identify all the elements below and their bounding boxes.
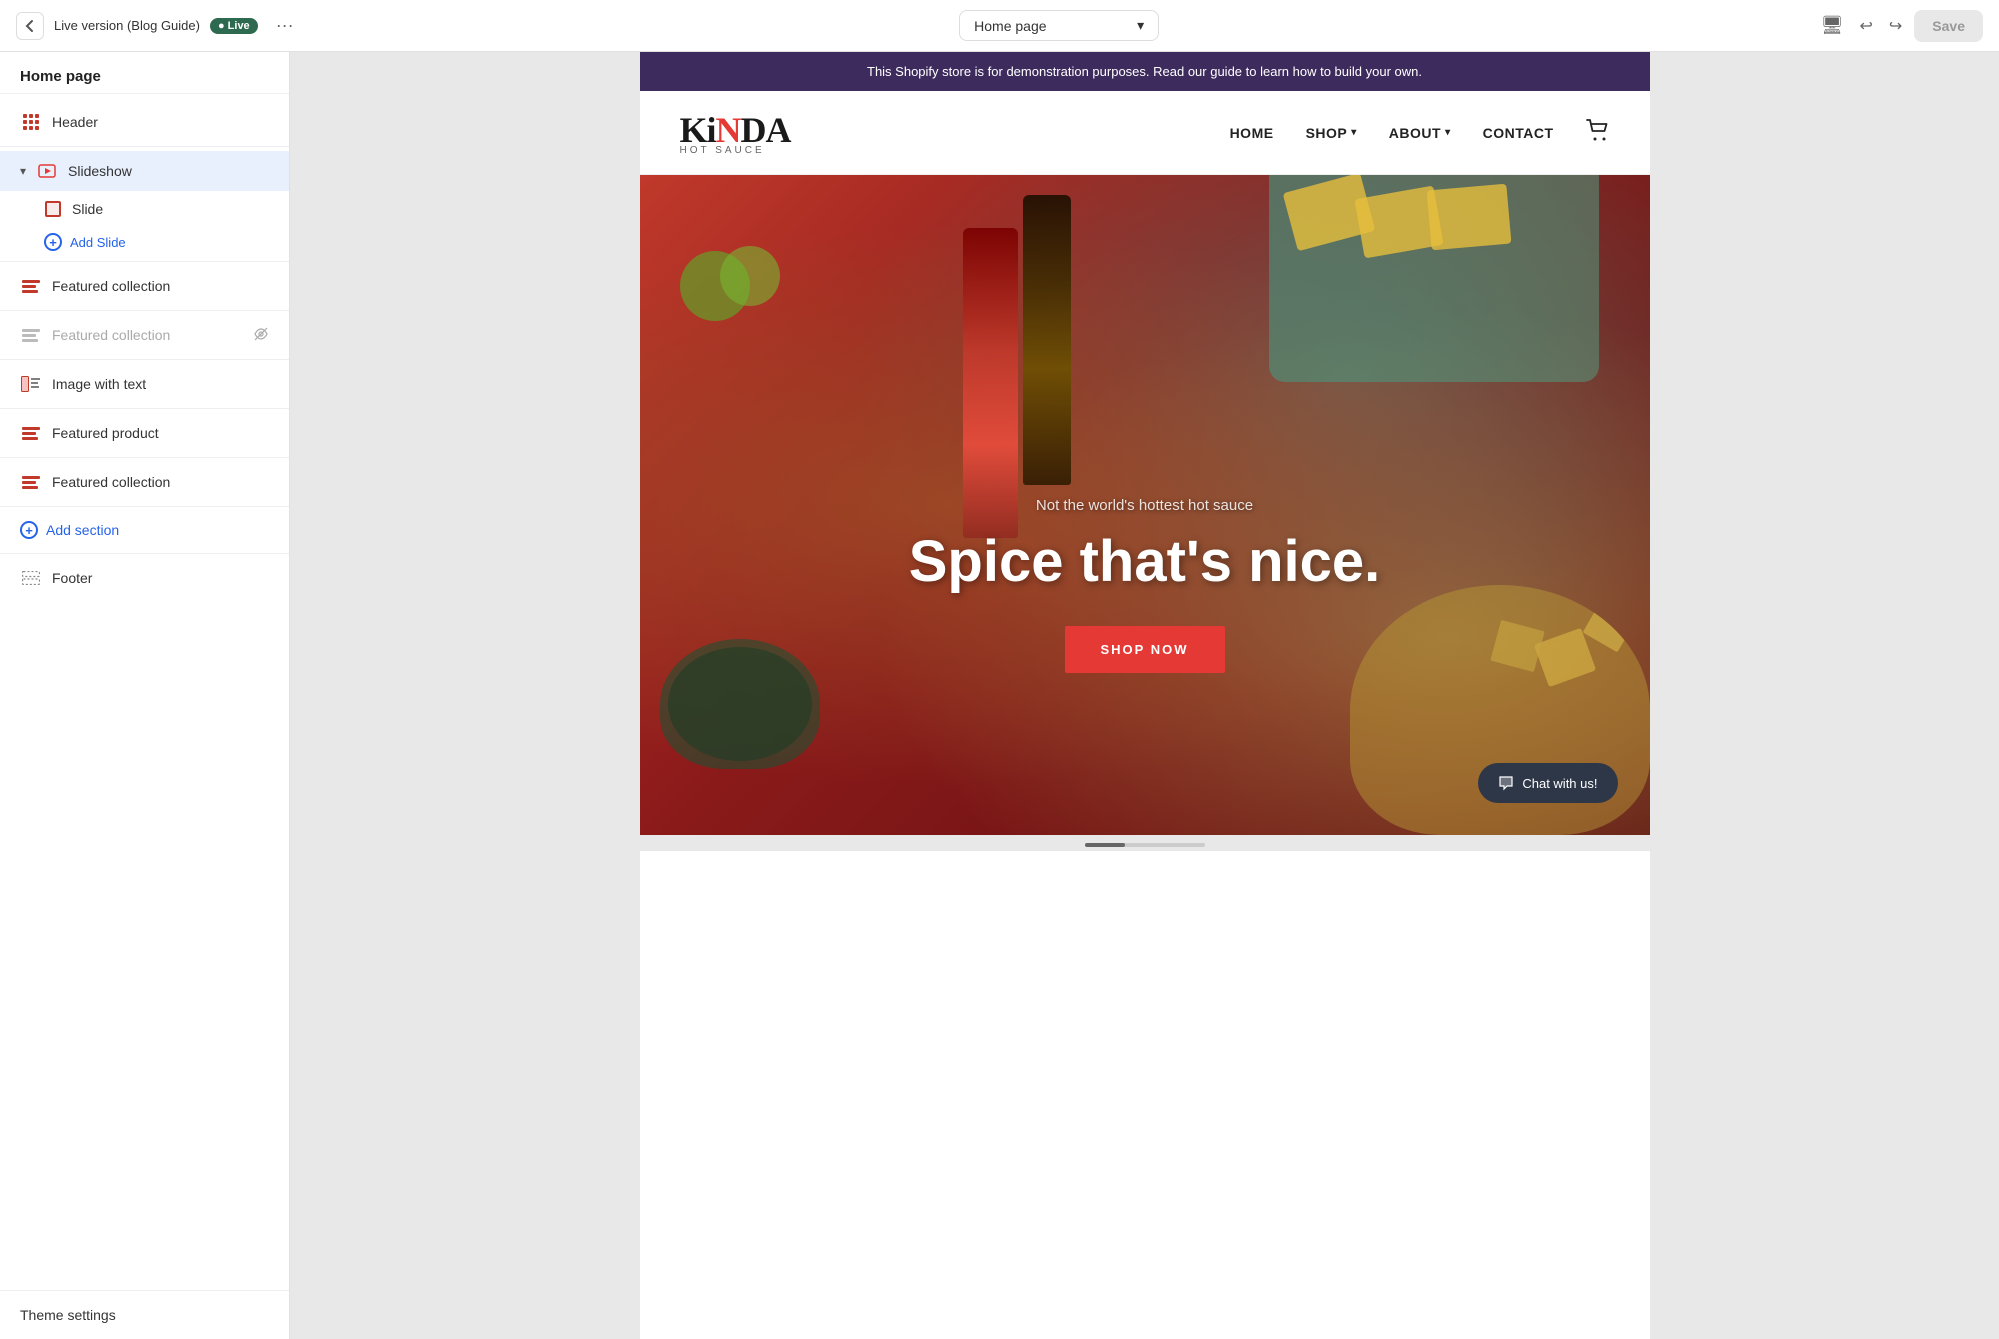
main-layout: Home page Header ▾ bbox=[0, 52, 1999, 1339]
divider-2 bbox=[0, 261, 289, 262]
hero-cta-button[interactable]: SHOP NOW bbox=[1065, 626, 1225, 673]
store-nav: KiNDA HOT SAUCE HOME SHOP ▾ ABOUT ▾ CONT… bbox=[640, 91, 1650, 175]
hero-section: Not the world's hottest hot sauce Spice … bbox=[640, 175, 1650, 835]
nav-home[interactable]: HOME bbox=[1230, 125, 1274, 141]
sidebar-item-featured-product[interactable]: Featured product bbox=[0, 413, 289, 453]
announcement-bar: This Shopify store is for demonstration … bbox=[640, 52, 1650, 91]
slideshow-icon bbox=[36, 160, 58, 182]
divider-5 bbox=[0, 408, 289, 409]
toolbar-right: 🖥 ↩ ↪ Save bbox=[1817, 10, 1983, 42]
preview-area[interactable]: This Shopify store is for demonstration … bbox=[290, 52, 1999, 1339]
nav-shop[interactable]: SHOP ▾ bbox=[1306, 125, 1357, 141]
featured-collection-3-icon bbox=[20, 471, 42, 493]
preview-frame: This Shopify store is for demonstration … bbox=[640, 52, 1650, 1339]
nav-links: HOME SHOP ▾ ABOUT ▾ CONTACT bbox=[1230, 119, 1610, 147]
toolbar-left: Live version (Blog Guide) ● Live ··· bbox=[16, 11, 302, 40]
slide-label: Slide bbox=[72, 201, 269, 217]
footer-icon bbox=[20, 567, 42, 589]
sidebar-item-label: Header bbox=[52, 114, 269, 130]
sidebar-title: Home page bbox=[0, 52, 289, 94]
grid-icon bbox=[20, 111, 42, 133]
save-button[interactable]: Save bbox=[1914, 10, 1983, 42]
more-button[interactable]: ··· bbox=[268, 11, 302, 40]
page-selector-label: Home page bbox=[974, 18, 1046, 34]
featured-product-icon bbox=[20, 422, 42, 444]
add-slide-button[interactable]: + Add Slide bbox=[0, 227, 289, 257]
add-section-label: Add section bbox=[46, 522, 119, 538]
about-dropdown-icon: ▾ bbox=[1445, 127, 1451, 138]
plus-circle-icon: + bbox=[44, 233, 62, 251]
add-section-plus-icon: + bbox=[20, 521, 38, 539]
nav-contact[interactable]: CONTACT bbox=[1483, 125, 1554, 141]
image-with-text-icon bbox=[20, 373, 42, 395]
add-section-button[interactable]: + Add section bbox=[0, 511, 289, 549]
sidebar-items: Header ▾ Slideshow Slide bbox=[0, 94, 289, 1290]
featured-product-label: Featured product bbox=[52, 425, 269, 441]
featured-collection-1-label: Featured collection bbox=[52, 278, 269, 294]
image-with-text-label: Image with text bbox=[52, 376, 269, 392]
chat-widget[interactable]: Chat with us! bbox=[1478, 763, 1617, 803]
hero-title: Spice that's nice. bbox=[909, 530, 1381, 594]
sidebar-item-slideshow[interactable]: ▾ Slideshow bbox=[0, 151, 289, 191]
sidebar-item-featured-collection-1[interactable]: Featured collection bbox=[0, 266, 289, 306]
scroll-progress bbox=[1085, 843, 1125, 847]
redo-button[interactable]: ↪ bbox=[1885, 12, 1906, 40]
toolbar: Live version (Blog Guide) ● Live ··· Hom… bbox=[0, 0, 1999, 52]
divider-8 bbox=[0, 553, 289, 554]
logo-sub: HOT SAUCE bbox=[680, 145, 765, 156]
hero-content: Not the world's hottest hot sauce Spice … bbox=[640, 255, 1650, 835]
featured-collection-3-label: Featured collection bbox=[52, 474, 269, 490]
sidebar: Home page Header ▾ bbox=[0, 52, 290, 1339]
announcement-text: This Shopify store is for demonstration … bbox=[867, 64, 1422, 79]
undo-button[interactable]: ↩ bbox=[1855, 12, 1876, 40]
nav-about[interactable]: ABOUT ▾ bbox=[1389, 125, 1451, 141]
hero-subtitle: Not the world's hottest hot sauce bbox=[1036, 497, 1253, 514]
live-badge: ● Live bbox=[210, 18, 258, 34]
sidebar-item-footer[interactable]: Footer bbox=[0, 558, 289, 598]
divider-4 bbox=[0, 359, 289, 360]
featured-collection-2-label: Featured collection bbox=[52, 327, 243, 343]
sidebar-item-featured-collection-2[interactable]: Featured collection bbox=[0, 315, 289, 355]
featured-collection-2-icon bbox=[20, 324, 42, 346]
shop-dropdown-icon: ▾ bbox=[1351, 127, 1357, 138]
sidebar-item-image-with-text[interactable]: Image with text bbox=[0, 364, 289, 404]
scroll-bar bbox=[1085, 843, 1205, 847]
sidebar-item-featured-collection-3[interactable]: Featured collection bbox=[0, 462, 289, 502]
expand-arrow: ▾ bbox=[20, 164, 26, 178]
back-button[interactable] bbox=[16, 12, 44, 40]
divider-3 bbox=[0, 310, 289, 311]
cart-icon[interactable] bbox=[1586, 119, 1610, 147]
add-slide-label: Add Slide bbox=[70, 235, 126, 250]
chat-label: Chat with us! bbox=[1522, 776, 1597, 791]
logo-dot: N bbox=[716, 110, 741, 150]
page-selector[interactable]: Home page ▾ bbox=[959, 10, 1159, 41]
chevron-down-icon: ▾ bbox=[1137, 17, 1144, 34]
version-label: Live version (Blog Guide) bbox=[54, 18, 200, 33]
divider-6 bbox=[0, 457, 289, 458]
store-logo[interactable]: KiNDA HOT SAUCE bbox=[680, 109, 791, 156]
device-button[interactable]: 🖥 bbox=[1817, 11, 1848, 40]
slide-icon bbox=[44, 200, 62, 218]
toolbar-center: Home page ▾ bbox=[314, 10, 1805, 41]
slideshow-label: Slideshow bbox=[68, 163, 269, 179]
sidebar-item-header[interactable]: Header bbox=[0, 102, 289, 142]
scroll-indicator bbox=[640, 835, 1650, 851]
divider-7 bbox=[0, 506, 289, 507]
footer-label: Footer bbox=[52, 570, 269, 586]
hidden-eye-icon[interactable] bbox=[253, 326, 269, 345]
theme-settings-button[interactable]: Theme settings bbox=[0, 1290, 289, 1339]
featured-collection-1-icon bbox=[20, 275, 42, 297]
divider-1 bbox=[0, 146, 289, 147]
sidebar-item-slide[interactable]: Slide bbox=[0, 191, 289, 227]
